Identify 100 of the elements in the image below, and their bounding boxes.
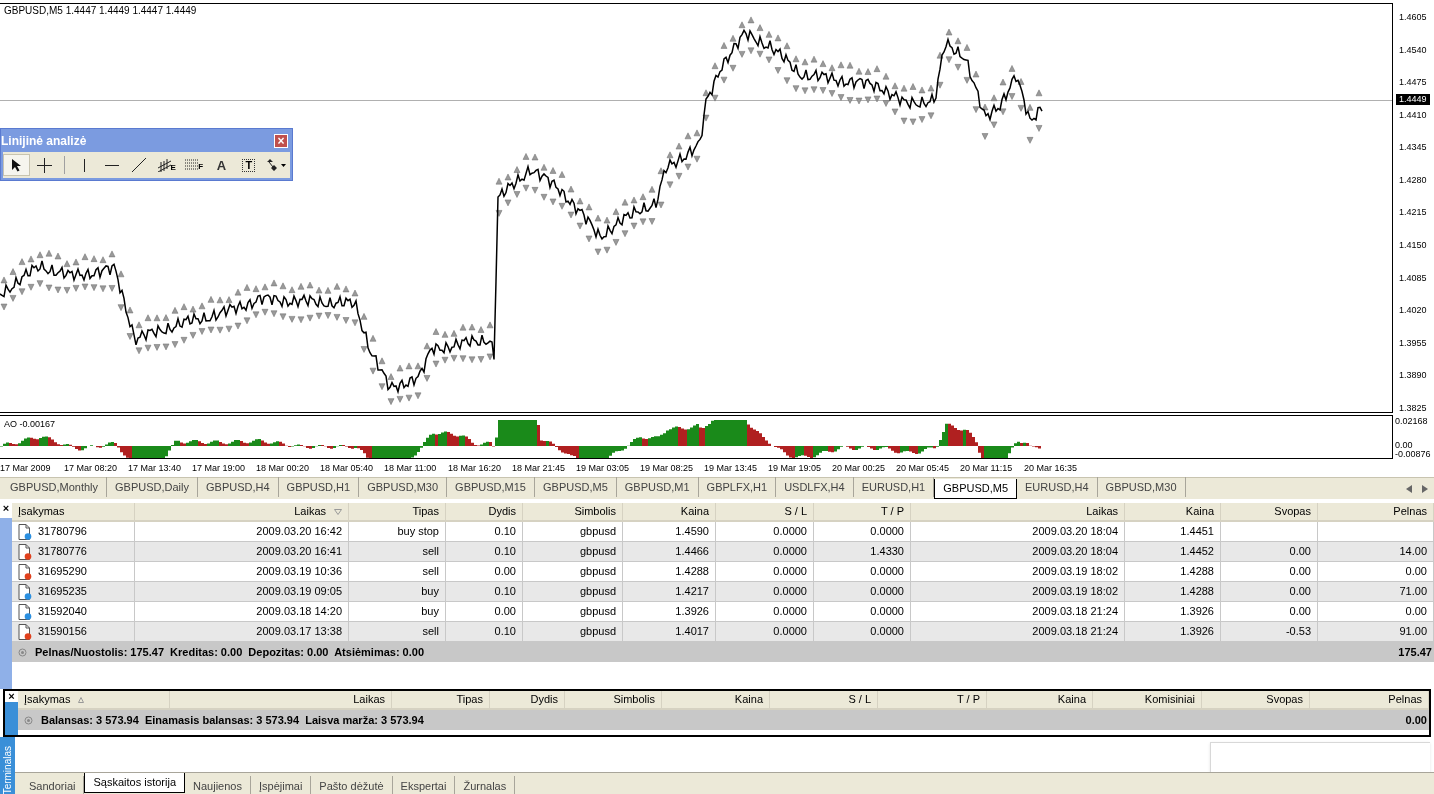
text-label-tool: T [242,158,256,172]
fibonacci-lines-icon [185,159,199,171]
table-cell: 14.00 [1399,546,1427,557]
column-header[interactable]: T / P [956,694,980,705]
table-cell: gbpusd [579,546,616,557]
table-cell: 71.00 [1399,586,1427,597]
table-cell: 1.4451 [1180,526,1214,537]
table-cell: 31780776 [38,546,87,557]
tool-button[interactable]: T [235,154,263,176]
terminal-tab[interactable]: Pašto dėžutė [311,776,393,794]
table-cell: 91.00 [1399,626,1427,637]
chart-tab[interactable]: EURUSD,H4 [1017,477,1098,497]
table-cell: 31592040 [38,606,87,617]
chart-tab[interactable]: GBPUSD,M1 [616,477,699,497]
column-header[interactable]: Tipas [456,694,483,705]
table-cell: 1.3926 [1180,626,1214,637]
summary-text: Balansas: 3 573.94 Einamasis balansas: 3 573.94 Laisva marža: 3 573.94 [41,714,424,726]
order-document-icon [18,583,32,600]
column-header[interactable]: S / L [784,506,807,517]
column-header[interactable]: Įsakymas [24,694,71,705]
column-header[interactable]: Laikas [353,694,385,705]
table-cell: sell [422,566,439,577]
table-cell: 1.3926 [675,606,709,617]
sort-down-icon [334,508,342,515]
close-button[interactable]: × [274,133,288,148]
column-header[interactable]: Komisiniai [1144,694,1195,705]
tool-letter: F [198,163,203,171]
close-button[interactable]: × [2,503,10,514]
chart-tab[interactable]: GBPUSD,M30 [1097,477,1186,497]
column-header[interactable]: Svopas [1274,506,1311,517]
time-axis-label: 17 Mar 19:00 [192,463,247,473]
table-cell: 1.4288 [1180,566,1214,577]
table-cell: sell [422,546,439,557]
time-axis-label: 17 Mar 2009 [0,463,52,473]
price-axis-label: 1.4540 [1398,45,1428,55]
terminal-tab[interactable]: Žurnalas [455,776,516,794]
table-cell: 0.00 [1289,606,1311,617]
time-axis-label: 19 Mar 13:45 [704,463,759,473]
chart-tab[interactable]: GBPUSD,H1 [278,477,360,497]
column-header[interactable]: Kaina [734,694,763,705]
scroll-left-icon[interactable] [1406,485,1412,493]
table-cell: 1.4288 [1180,586,1214,597]
table-cell: 0.0000 [870,566,904,577]
column-header[interactable]: Pelnas [1393,506,1427,517]
price-axis-label: 1.4150 [1398,241,1428,251]
column-header[interactable]: Svopas [1266,694,1303,705]
time-axis-label: 19 Mar 03:05 [576,463,631,473]
column-header[interactable]: Laikas [1086,506,1118,517]
table-cell: 0.00 [1289,566,1311,577]
column-header[interactable]: S / L [848,694,871,705]
terminal-tab[interactable]: Įspėjimai [250,776,312,794]
sort-up-icon [78,696,85,703]
column-header[interactable]: Dydis [488,506,516,517]
table-cell: 1.4330 [870,546,904,557]
chart-tab[interactable]: GBPUSD,H4 [198,477,279,497]
chart-tab[interactable]: GBPUSD,Monthly [2,477,108,497]
chart-tab[interactable]: GBPUSD,M5 [934,479,1018,499]
table-cell: gbpusd [579,606,616,617]
table-cell: gbpusd [579,566,616,577]
terminal-tab[interactable]: Ekspertai [392,776,456,794]
column-header[interactable]: Laikas [294,506,326,517]
table-cell: buy stop [397,526,439,537]
chart-tab[interactable]: GBPLFX,H1 [698,477,777,497]
column-header[interactable]: Kaina [1057,694,1086,705]
scroll-right-icon[interactable] [1422,485,1428,493]
tool-button[interactable] [3,154,31,176]
table-cell: 0.0000 [773,626,807,637]
time-axis-label: 18 Mar 16:20 [448,463,503,473]
chart-tab[interactable]: GBPUSD,M5 [535,477,617,497]
toolbar-title: Linijinė analizė [1,134,87,147]
indicator-axis-label: 0.00 [1395,441,1414,450]
table-cell: 0.10 [494,546,516,557]
column-header[interactable]: T / P [880,506,904,517]
time-axis-label: 20 Mar 00:25 [832,463,887,473]
terminal-tab[interactable]: Naujienos [185,776,251,794]
chart-tab[interactable]: USDLFX,H4 [776,477,854,497]
table-cell: 2009.03.19 10:36 [256,566,342,577]
tool-button[interactable]: A [207,154,236,176]
close-button[interactable]: × [8,691,15,702]
column-header[interactable]: Kaina [1185,506,1214,517]
column-header[interactable]: Pelnas [1388,694,1422,705]
indicator-label: AO -0.00167 [4,420,56,429]
tool-button[interactable]: F [180,154,208,176]
tool-button[interactable]: E [153,154,181,176]
column-header[interactable]: Tipas [412,506,439,517]
column-header[interactable]: Simbolis [574,506,616,517]
chart-tab[interactable]: GBPUSD,M30 [359,477,448,497]
chart-tab[interactable]: GBPUSD,Daily [107,477,198,497]
terminal-tab[interactable]: Sąskaitos istorija [84,773,186,793]
price-axis-label: 1.4215 [1398,208,1428,218]
chart-tab[interactable]: GBPUSD,M15 [447,477,535,497]
vertical-line-icon [83,158,86,172]
column-header[interactable]: Įsakymas [18,506,65,517]
time-axis-label: 18 Mar 05:40 [320,463,375,473]
table-cell: 2009.03.20 16:41 [256,546,342,557]
table-cell: sell [422,626,439,637]
table-cell: gbpusd [579,526,616,537]
column-header[interactable]: Dydis [530,694,558,705]
column-header[interactable]: Simbolis [613,694,655,705]
column-header[interactable]: Kaina [680,506,709,517]
